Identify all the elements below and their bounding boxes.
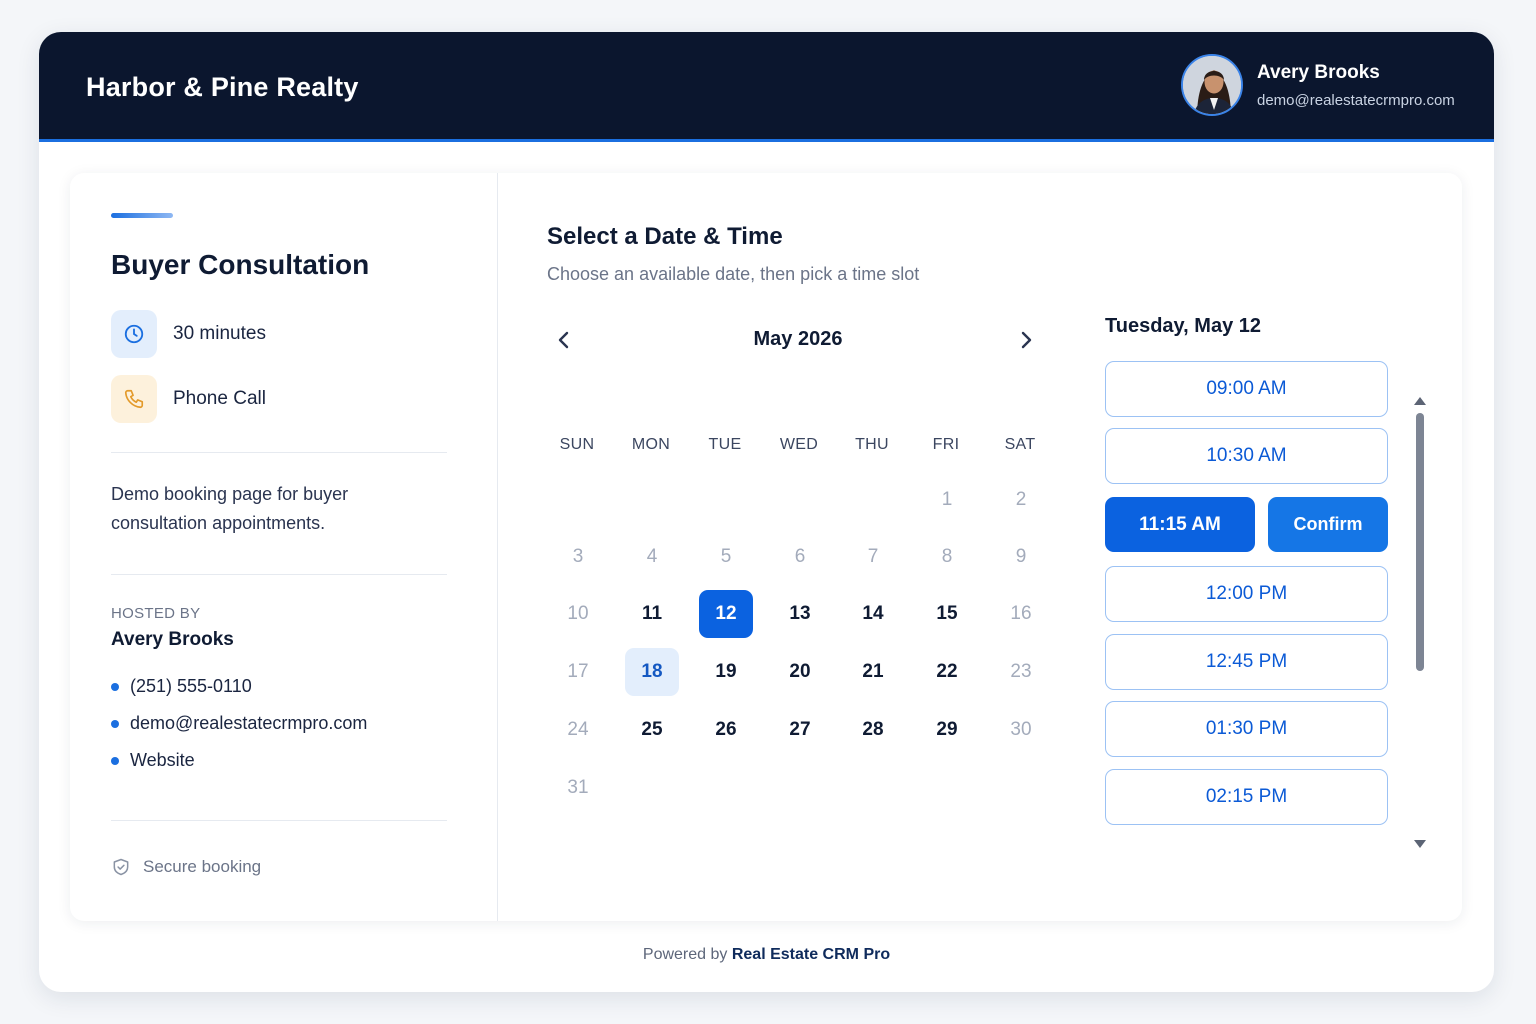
calendar-day: 9 [1015, 546, 1027, 567]
secure-booking-text: Secure booking [143, 857, 262, 876]
calendar-day: 4 [646, 546, 658, 567]
contact-website-link[interactable]: Website [111, 750, 195, 771]
calendar-day: 5 [720, 546, 732, 567]
user-name: Avery Brooks [1257, 62, 1380, 83]
top-bar: Harbor & Pine Realty Avery Brooks demo@r… [39, 32, 1494, 142]
event-title: Buyer Consultation [111, 249, 370, 280]
weekday-5: FRI [932, 436, 960, 453]
app-window: Harbor & Pine Realty Avery Brooks demo@r… [39, 32, 1494, 992]
duration-label: 30 minutes [173, 323, 266, 344]
chevron-right-icon [1021, 331, 1032, 349]
weekday-2: TUE [708, 436, 742, 453]
time-slot-selected[interactable]: 11:15 AM [1105, 497, 1255, 552]
contact-email[interactable]: demo@realestatecrmpro.com [111, 713, 367, 734]
calendar-day[interactable]: 15 [920, 590, 974, 638]
host-name: Avery Brooks [111, 629, 234, 650]
calendar-day[interactable]: 12 [699, 590, 753, 638]
calendar-day[interactable]: 27 [773, 706, 827, 754]
weekday-3: WED [779, 436, 819, 453]
panel-divider [497, 173, 498, 921]
calendar-day: 2 [1015, 489, 1027, 510]
calendar-day: 10 [567, 603, 589, 624]
divider [111, 820, 447, 821]
bullet-icon [111, 719, 119, 728]
scrollbar-thumb[interactable] [1416, 413, 1424, 671]
contact-phone[interactable]: (251) 555-0110 [111, 676, 252, 697]
calendar-day: 17 [567, 661, 589, 682]
calendar-day: 3 [572, 546, 584, 567]
time-slot[interactable]: 09:00 AM [1105, 361, 1388, 417]
calendar-day: 31 [567, 777, 589, 798]
month-label: May 2026 [753, 328, 843, 350]
hosted-by-label: HOSTED BY [111, 605, 201, 622]
calendar-day: 6 [794, 546, 806, 567]
calendar-day[interactable]: 25 [625, 706, 679, 754]
calendar-day: 1 [941, 489, 953, 510]
calendar-day[interactable]: 18 [625, 648, 679, 696]
slots-date-label: Tuesday, May 12 [1105, 315, 1261, 337]
calendar-day[interactable]: 11 [625, 590, 679, 638]
time-slot[interactable]: 12:00 PM [1105, 566, 1388, 622]
contact-phone-text: (251) 555-0110 [130, 676, 252, 696]
time-slot[interactable]: 02:15 PM [1105, 769, 1388, 825]
phone-icon [111, 375, 157, 423]
divider [111, 574, 447, 575]
user-photo-icon [1183, 56, 1241, 114]
brand-title: Harbor & Pine Realty [86, 72, 359, 102]
weekday-4: THU [855, 436, 889, 453]
weekday-0: SUN [559, 436, 595, 453]
calendar-day[interactable]: 13 [773, 590, 827, 638]
time-slot[interactable]: 10:30 AM [1105, 428, 1388, 484]
time-slot[interactable]: 01:30 PM [1105, 701, 1388, 757]
calendar-day[interactable]: 28 [846, 706, 900, 754]
weekday-6: SAT [1004, 436, 1036, 453]
calendar-day: 16 [1010, 603, 1032, 624]
accent-line [111, 213, 173, 218]
calendar-day[interactable]: 20 [773, 648, 827, 696]
calendar-day[interactable]: 19 [699, 648, 753, 696]
next-month-button[interactable] [1012, 326, 1040, 354]
calendar-day[interactable]: 26 [699, 706, 753, 754]
secure-booking-note: Secure booking [111, 857, 261, 877]
event-description: Demo booking page for buyer consultation… [111, 484, 349, 533]
scheduler-title: Select a Date & Time [547, 223, 783, 250]
bullet-icon [111, 682, 119, 691]
calendar-day[interactable]: 29 [920, 706, 974, 754]
calendar-day[interactable]: 14 [846, 590, 900, 638]
calendar-day: 8 [941, 546, 953, 567]
avatar[interactable] [1181, 54, 1243, 116]
chevron-left-icon [558, 331, 569, 349]
scheduler-subtitle: Choose an available date, then pick a ti… [547, 264, 920, 284]
confirm-button[interactable]: Confirm [1268, 497, 1388, 552]
booking-card: Buyer Consultation 30 minutes Phone Call… [70, 173, 1462, 921]
location-label: Phone Call [173, 388, 266, 409]
shield-icon [111, 857, 131, 877]
calendar-day[interactable]: 22 [920, 648, 974, 696]
calendar-day[interactable]: 21 [846, 648, 900, 696]
clock-icon [111, 310, 157, 358]
scroll-up-icon[interactable] [1413, 396, 1427, 406]
prev-month-button[interactable] [550, 326, 578, 354]
user-email: demo@realestatecrmpro.com [1257, 92, 1455, 109]
time-slot[interactable]: 12:45 PM [1105, 634, 1388, 690]
footer-prefix: Powered by [642, 946, 728, 963]
calendar-day: 7 [867, 546, 879, 567]
duration-row: 30 minutes [111, 310, 266, 358]
weekday-1: MON [631, 436, 671, 453]
calendar-day: 30 [1010, 719, 1032, 740]
divider [111, 452, 447, 453]
footer: Powered by Real Estate CRM Pro [39, 946, 1494, 964]
location-row: Phone Call [111, 375, 266, 423]
footer-brand-link[interactable]: Real Estate CRM Pro [732, 946, 890, 963]
calendar-day: 23 [1010, 661, 1032, 682]
contact-website-text: Website [130, 750, 195, 770]
bullet-icon [111, 756, 119, 765]
calendar-day: 24 [567, 719, 589, 740]
scroll-down-icon[interactable] [1413, 839, 1427, 849]
contact-email-text: demo@realestatecrmpro.com [130, 713, 368, 733]
